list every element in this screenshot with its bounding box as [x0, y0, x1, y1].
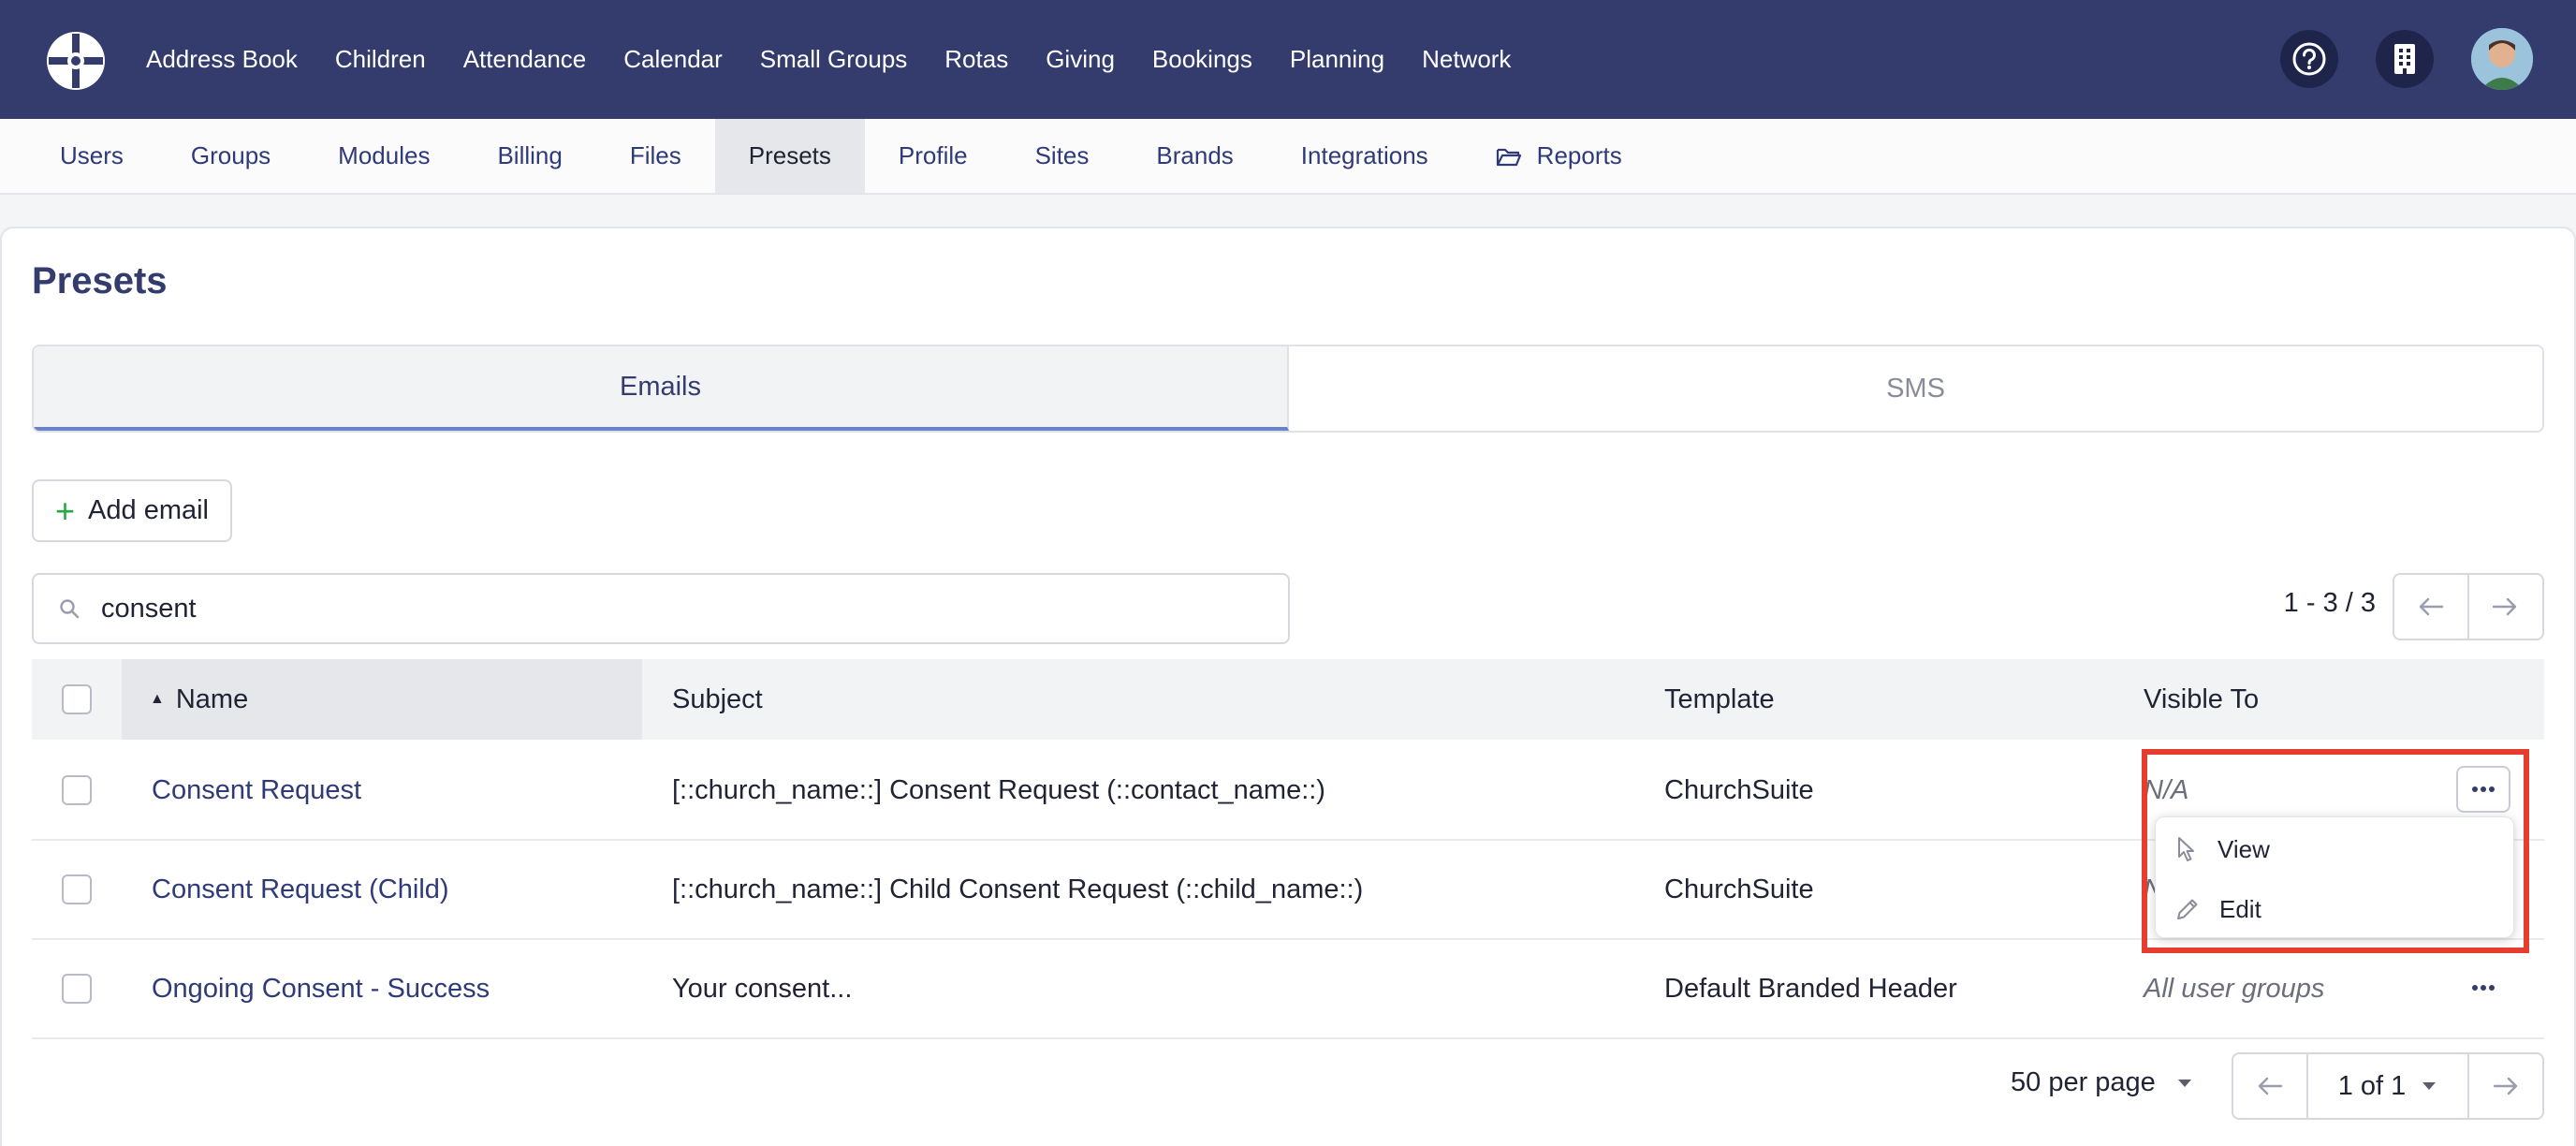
search-icon	[60, 599, 80, 619]
subnav-sites[interactable]: Sites	[1002, 119, 1123, 193]
page-title: Presets	[32, 260, 168, 301]
plus-icon: +	[55, 491, 76, 530]
column-header-template: Template	[1664, 683, 1775, 714]
menu-item-edit[interactable]: Edit	[2174, 883, 2496, 935]
add-email-label: Add email	[88, 495, 209, 525]
row-checkbox[interactable]	[62, 874, 92, 904]
subnav-groups[interactable]: Groups	[157, 119, 304, 193]
subnav-brands[interactable]: Brands	[1122, 119, 1266, 193]
sub-nav: Users Groups Modules Billing Files Prese…	[0, 119, 2576, 195]
select-all-cell	[62, 659, 92, 740]
menu-item-view[interactable]: View	[2174, 823, 2496, 875]
subnav-modules[interactable]: Modules	[304, 119, 463, 193]
add-email-button[interactable]: + Add email	[32, 479, 232, 542]
column-name-label: Name	[175, 683, 249, 714]
row-subject: Your consent...	[672, 973, 853, 1004]
row-visible-to: All user groups	[2144, 973, 2325, 1004]
nav-address-book[interactable]: Address Book	[146, 45, 298, 74]
pencil-icon	[2177, 899, 2198, 919]
building-icon	[2394, 44, 2415, 74]
select-all-checkbox[interactable]	[62, 684, 92, 714]
more-horizontal-icon	[2472, 985, 2495, 991]
subnav-reports-label: Reports	[1536, 141, 1622, 169]
user-avatar[interactable]	[2471, 28, 2533, 90]
help-icon	[2292, 42, 2326, 76]
sort-ascending-icon: ▲	[150, 691, 165, 707]
per-page-select[interactable]: 50 per page	[2011, 1067, 2193, 1098]
row-template: Default Branded Header	[1664, 973, 1957, 1004]
table-row: Ongoing Consent - Success Your consent..…	[32, 940, 2544, 1039]
search-box	[32, 573, 1290, 644]
organisation-button[interactable]	[2376, 30, 2434, 88]
nav-rotas[interactable]: Rotas	[944, 45, 1008, 74]
nav-children[interactable]: Children	[335, 45, 426, 74]
top-pager	[2393, 573, 2544, 640]
next-page-button[interactable]	[2467, 575, 2540, 639]
row-actions-menu: View Edit	[2155, 816, 2514, 938]
top-nav: Address Book Children Attendance Calenda…	[0, 0, 2576, 119]
search-input[interactable]	[101, 593, 1224, 624]
nav-bookings[interactable]: Bookings	[1152, 45, 1252, 74]
row-actions-button[interactable]	[2456, 964, 2510, 1011]
main-nav: Address Book Children Attendance Calenda…	[146, 0, 1548, 119]
help-button[interactable]	[2280, 30, 2338, 88]
cursor-pointer-icon	[2178, 837, 2194, 861]
caret-down-icon	[2422, 1082, 2437, 1090]
prev-page-button[interactable]	[2394, 575, 2467, 639]
row-name-link[interactable]: Ongoing Consent - Success	[152, 940, 490, 1037]
results-range: 1 - 3 / 3	[2283, 588, 2376, 618]
arrow-left-icon	[2419, 597, 2444, 616]
row-subject: [::church_name::] Consent Request (::con…	[672, 774, 1325, 805]
row-template: ChurchSuite	[1664, 774, 1814, 805]
row-subject: [::church_name::] Child Consent Request …	[672, 874, 1364, 904]
nav-small-groups[interactable]: Small Groups	[760, 45, 908, 74]
nav-planning[interactable]: Planning	[1290, 45, 1384, 74]
arrow-right-icon	[2492, 597, 2517, 616]
subnav-reports[interactable]: Reports	[1462, 119, 1656, 193]
nav-calendar[interactable]: Calendar	[623, 45, 723, 74]
tab-emails[interactable]: Emails	[34, 346, 1289, 431]
column-header-subject: Subject	[672, 683, 763, 714]
row-checkbox[interactable]	[62, 974, 92, 1004]
row-template: ChurchSuite	[1664, 874, 1814, 904]
tab-sms[interactable]: SMS	[1289, 346, 2542, 431]
table-header: ▲ Name Subject Template Visible To	[32, 659, 2544, 740]
menu-item-edit-label: Edit	[2219, 894, 2261, 923]
row-name-link[interactable]: Consent Request (Child)	[152, 841, 449, 938]
preset-type-tabs: Emails SMS	[32, 345, 2544, 433]
page-select-label: 1 of 1	[2337, 1070, 2407, 1101]
bottom-pager: 1 of 1	[2232, 1052, 2544, 1120]
subnav-billing[interactable]: Billing	[463, 119, 595, 193]
column-header-visible-to: Visible To	[2144, 683, 2260, 714]
subnav-integrations[interactable]: Integrations	[1267, 119, 1462, 193]
more-horizontal-icon	[2472, 786, 2495, 792]
next-page-button[interactable]	[2469, 1054, 2542, 1118]
page-select[interactable]: 1 of 1	[2306, 1054, 2469, 1118]
subnav-presets[interactable]: Presets	[714, 119, 865, 193]
nav-right	[2243, 28, 2533, 90]
arrow-left-icon	[2258, 1077, 2283, 1095]
caret-down-icon	[2177, 1079, 2191, 1087]
prev-page-button[interactable]	[2233, 1054, 2306, 1118]
row-name-link[interactable]: Consent Request	[152, 742, 361, 839]
folder-open-icon	[1496, 146, 1522, 167]
nav-network[interactable]: Network	[1422, 45, 1511, 74]
per-page-label: 50 per page	[2011, 1067, 2156, 1097]
row-checkbox[interactable]	[62, 775, 92, 805]
nav-giving[interactable]: Giving	[1046, 45, 1115, 74]
churchsuite-logo-icon[interactable]	[45, 30, 107, 92]
nav-attendance[interactable]: Attendance	[463, 45, 587, 74]
subnav-profile[interactable]: Profile	[865, 119, 1002, 193]
subnav-files[interactable]: Files	[596, 119, 715, 193]
menu-item-view-label: View	[2217, 834, 2270, 863]
arrow-right-icon	[2493, 1077, 2518, 1095]
subnav-users[interactable]: Users	[26, 119, 157, 193]
column-header-name[interactable]: ▲ Name	[122, 659, 642, 740]
row-actions-button[interactable]	[2456, 766, 2510, 813]
